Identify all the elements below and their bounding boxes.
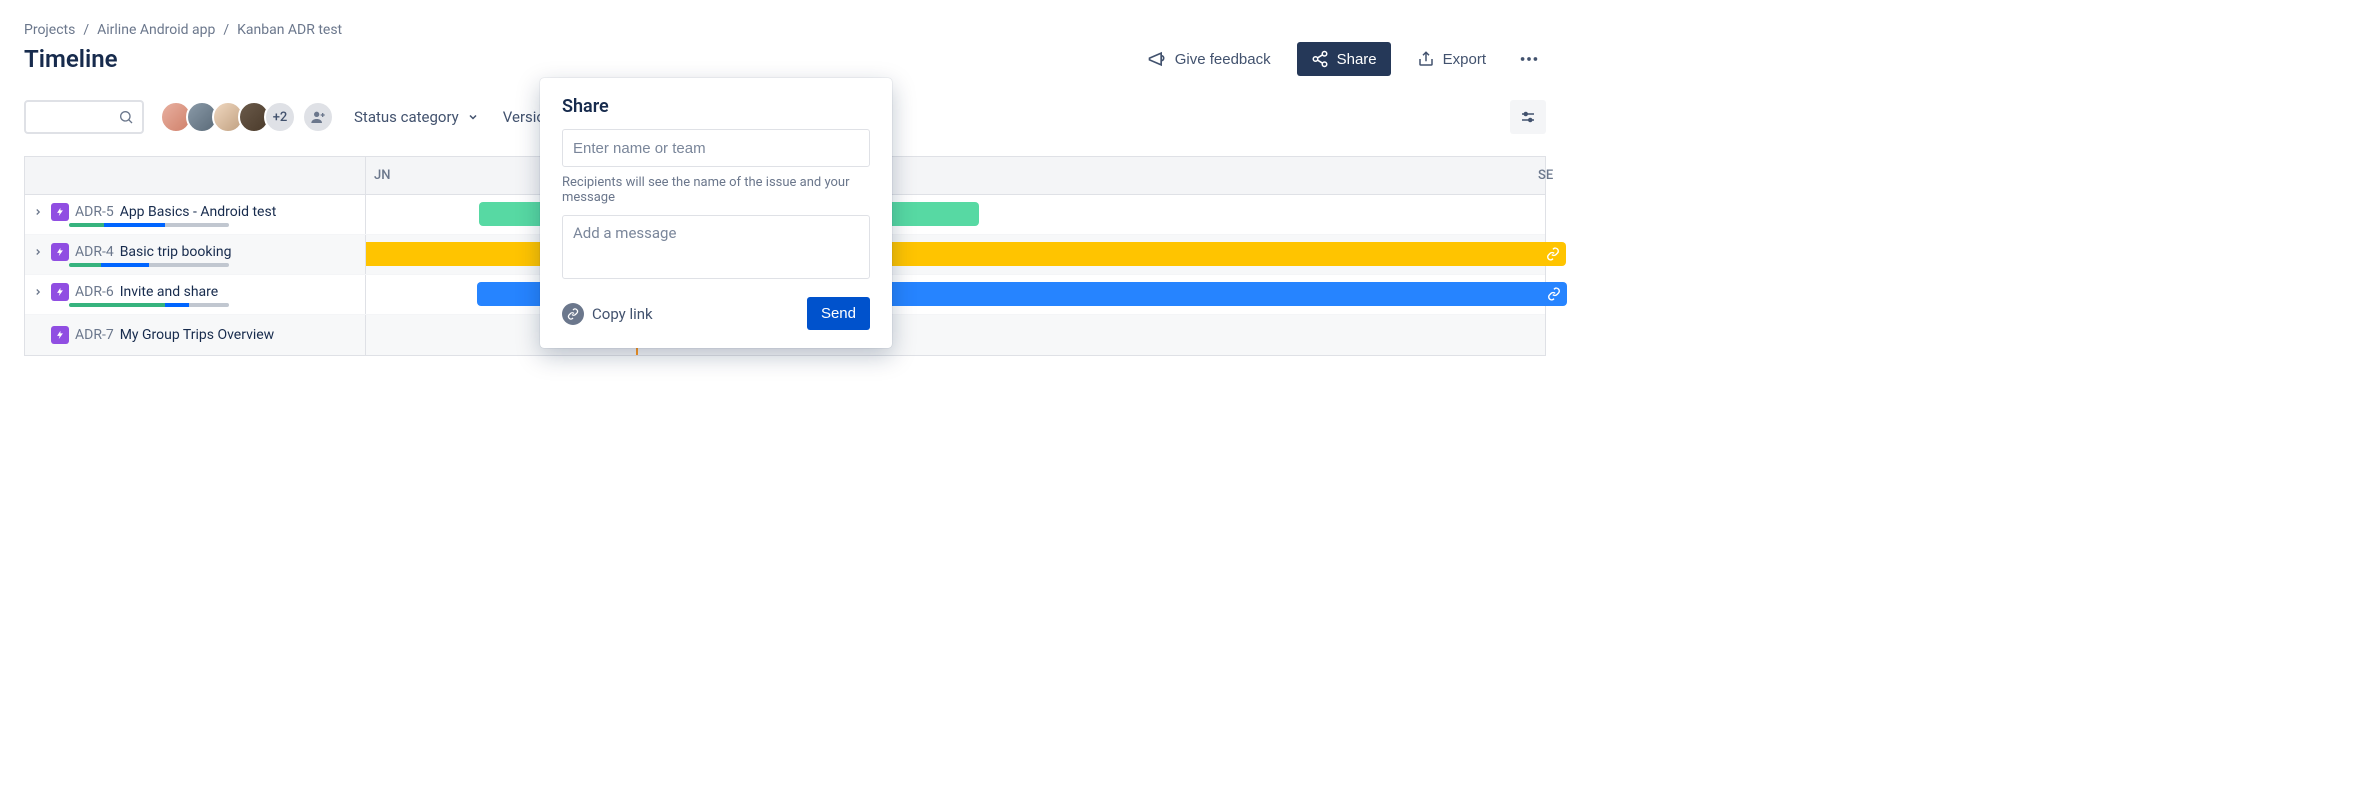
more-actions-button[interactable] xyxy=(1512,42,1546,76)
expand-caret[interactable] xyxy=(33,207,45,217)
view-settings-button[interactable] xyxy=(1510,100,1546,134)
progress-bar xyxy=(69,263,229,267)
link-icon xyxy=(562,303,584,325)
share-button[interactable]: Share xyxy=(1297,42,1391,76)
share-name-input[interactable] xyxy=(562,129,870,167)
breadcrumb-root[interactable]: Projects xyxy=(24,22,75,38)
expand-caret[interactable] xyxy=(33,287,45,297)
search-input[interactable] xyxy=(24,100,144,134)
export-label: Export xyxy=(1443,51,1486,68)
epic-icon xyxy=(51,243,69,261)
more-icon xyxy=(1518,48,1540,70)
issue-summary[interactable]: My Group Trips Overview xyxy=(120,327,275,343)
give-feedback-button[interactable]: Give feedback xyxy=(1137,43,1281,75)
avatar-overflow[interactable]: +2 xyxy=(264,101,296,133)
megaphone-icon xyxy=(1147,49,1167,69)
issue-summary[interactable]: Basic trip booking xyxy=(120,244,232,260)
sliders-icon xyxy=(1519,108,1537,126)
issue-summary[interactable]: Invite and share xyxy=(120,284,219,300)
chevron-down-icon xyxy=(467,111,479,123)
breadcrumb: Projects / Airline Android app / Kanban … xyxy=(24,0,1546,38)
issue-summary[interactable]: App Basics - Android test xyxy=(120,204,277,220)
epic-icon xyxy=(51,283,69,301)
epic-icon xyxy=(51,203,69,221)
breadcrumb-sep: / xyxy=(223,22,229,38)
breadcrumb-project[interactable]: Airline Android app xyxy=(97,22,215,38)
progress-bar xyxy=(69,223,229,227)
share-icon xyxy=(1311,50,1329,68)
issue-key[interactable]: ADR-5 xyxy=(75,204,114,220)
export-button[interactable]: Export xyxy=(1407,44,1496,74)
month-label: SE xyxy=(1538,168,1553,183)
timeline-side-header xyxy=(25,157,366,194)
status-category-dropdown[interactable]: Status category xyxy=(350,102,483,132)
status-category-label: Status category xyxy=(354,108,459,126)
add-person-icon xyxy=(310,109,326,125)
month-label: JN xyxy=(374,168,390,183)
issue-key[interactable]: ADR-7 xyxy=(75,327,114,343)
share-popover-title: Share xyxy=(562,96,870,117)
share-label: Share xyxy=(1337,51,1377,68)
copy-link-label: Copy link xyxy=(592,305,653,323)
share-message-input[interactable] xyxy=(562,215,870,279)
page-title: Timeline xyxy=(24,45,118,73)
share-popover: Share Recipients will see the name of th… xyxy=(540,78,892,348)
assignee-avatars: +2 xyxy=(160,101,334,133)
issue-key[interactable]: ADR-4 xyxy=(75,244,114,260)
copy-link-button[interactable]: Copy link xyxy=(562,303,653,325)
share-hint: Recipients will see the name of the issu… xyxy=(562,175,870,205)
export-icon xyxy=(1417,50,1435,68)
link-icon[interactable] xyxy=(1546,247,1560,261)
breadcrumb-sep: / xyxy=(83,22,89,38)
add-people-button[interactable] xyxy=(302,101,334,133)
progress-bar xyxy=(69,303,229,307)
feedback-label: Give feedback xyxy=(1175,51,1271,68)
search-icon xyxy=(118,109,134,125)
expand-caret[interactable] xyxy=(33,247,45,257)
send-button[interactable]: Send xyxy=(807,297,870,330)
breadcrumb-board[interactable]: Kanban ADR test xyxy=(237,22,342,38)
link-icon[interactable] xyxy=(1547,287,1561,301)
epic-icon xyxy=(51,326,69,344)
issue-key[interactable]: ADR-6 xyxy=(75,284,114,300)
